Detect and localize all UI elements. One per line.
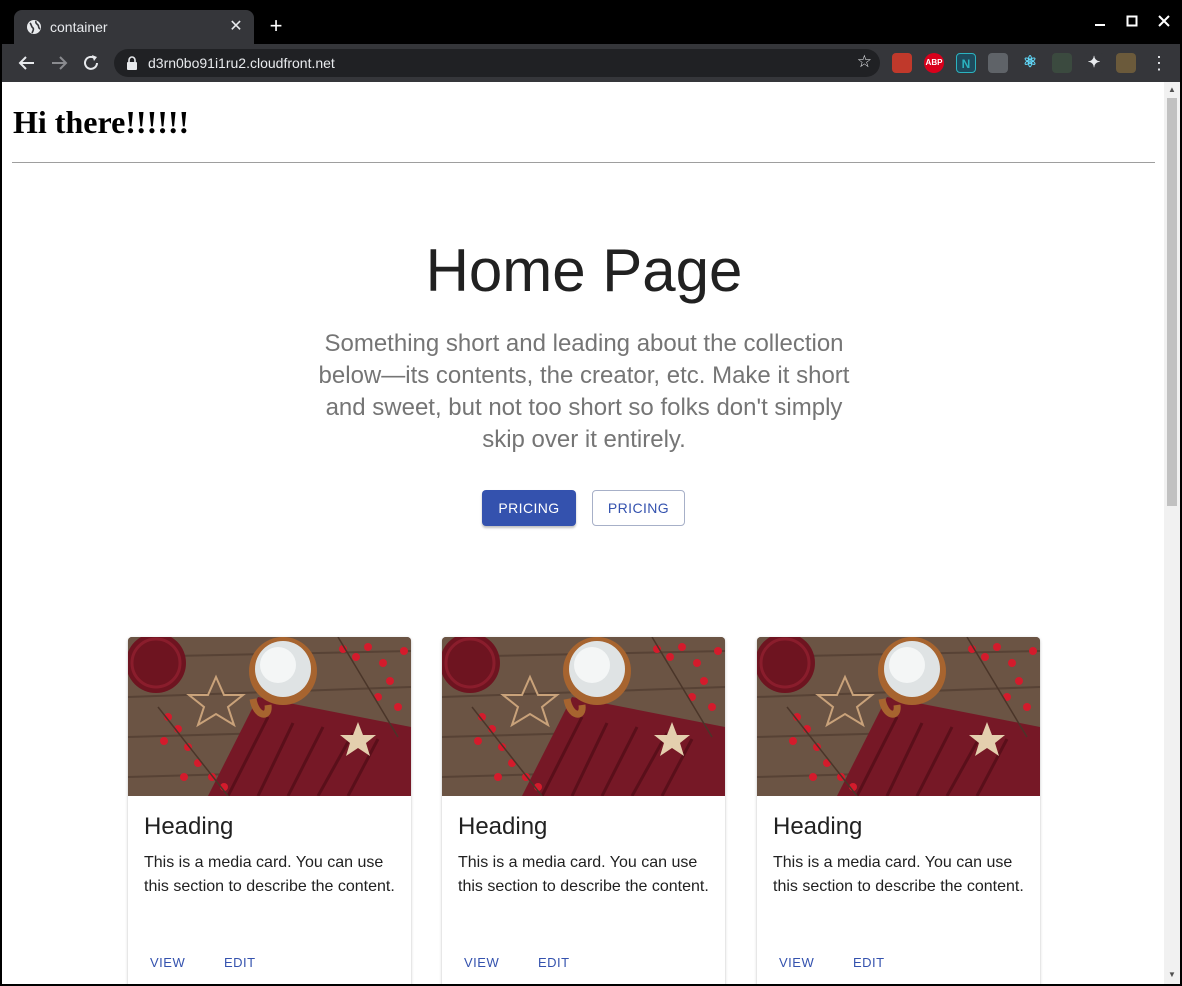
- browser-toolbar: d3rn0bo91i1ru2.cloudfront.net ☆ ABP N ⚛ ✦ ⋮: [2, 44, 1180, 82]
- address-bar[interactable]: d3rn0bo91i1ru2.cloudfront.net ☆: [114, 49, 880, 77]
- tools-extension-icon[interactable]: [1052, 53, 1072, 73]
- back-button[interactable]: [14, 50, 40, 76]
- url-text: d3rn0bo91i1ru2.cloudfront.net: [148, 55, 335, 71]
- greeting-heading: Hi there!!!!!!: [13, 104, 190, 140]
- minimize-icon: [1095, 24, 1105, 26]
- new-tab-button[interactable]: +: [264, 14, 288, 38]
- edit-button[interactable]: EDIT: [853, 955, 885, 970]
- card-text: This is a media card. You can use this s…: [773, 854, 1024, 895]
- hero-description: Something short and leading about the co…: [318, 330, 850, 453]
- globe-icon: [27, 20, 41, 34]
- card-photo-illustration: [128, 637, 411, 796]
- tab-title: container: [50, 19, 108, 35]
- edit-button[interactable]: EDIT: [538, 955, 570, 970]
- view-button[interactable]: VIEW: [464, 955, 499, 970]
- tab-container[interactable]: container ✕: [14, 10, 254, 44]
- reload-button[interactable]: [78, 50, 104, 76]
- page-title: Home Page: [425, 237, 743, 304]
- bookmark-star-icon[interactable]: ☆: [857, 52, 872, 72]
- card-heading: Heading: [773, 813, 863, 840]
- card-text: This is a media card. You can use this s…: [144, 854, 395, 895]
- card-image: [442, 637, 725, 796]
- react-devtools-icon[interactable]: ⚛: [1020, 53, 1040, 73]
- view-button[interactable]: VIEW: [779, 955, 814, 970]
- santa-extension-icon[interactable]: [892, 53, 912, 73]
- lock-icon: [127, 56, 137, 70]
- media-card: Heading This is a media card. You can us…: [442, 637, 725, 984]
- scroll-down-arrow-icon[interactable]: ▼: [1167, 970, 1177, 980]
- card-heading: Heading: [144, 813, 234, 840]
- kebab-menu-icon: ⋮: [1150, 53, 1168, 73]
- forward-arrow-icon: [52, 56, 68, 70]
- maximize-button[interactable]: [1120, 12, 1144, 34]
- maximize-icon: [1126, 15, 1138, 27]
- close-tab-icon[interactable]: ✕: [226, 17, 246, 37]
- vertical-scrollbar[interactable]: ▲ ▼: [1164, 82, 1180, 984]
- divider: [12, 162, 1155, 163]
- adblock-plus-icon[interactable]: ABP: [924, 53, 944, 73]
- profile-avatar-icon[interactable]: [1116, 53, 1136, 73]
- puzzle-extensions-icon[interactable]: ✦: [1084, 53, 1104, 73]
- card-heading: Heading: [458, 813, 548, 840]
- card-image: [757, 637, 1040, 796]
- edit-button[interactable]: EDIT: [224, 955, 256, 970]
- forward-button[interactable]: [46, 50, 72, 76]
- back-arrow-icon: [18, 56, 34, 70]
- card-photo-illustration: [442, 637, 725, 796]
- reload-icon: [84, 55, 98, 70]
- tab-strip: container ✕ +: [2, 2, 1180, 44]
- cloud-extension-icon[interactable]: [988, 53, 1008, 73]
- card-text: This is a media card. You can use this s…: [458, 854, 709, 895]
- menu-button[interactable]: ⋮: [1146, 50, 1172, 76]
- scroll-up-arrow-icon[interactable]: ▲: [1167, 85, 1177, 95]
- minimize-button[interactable]: [1088, 12, 1112, 34]
- pricing-button-primary[interactable]: PRICING: [482, 490, 576, 526]
- media-card: Heading This is a media card. You can us…: [757, 637, 1040, 984]
- n-extension-icon[interactable]: N: [956, 53, 976, 73]
- browser-window: container ✕ + d3rn0bo91i1ru2.cloudfront.…: [0, 0, 1182, 986]
- card-image: [128, 637, 411, 796]
- pricing-button-secondary[interactable]: PRICING: [592, 490, 685, 526]
- scrollbar-thumb[interactable]: [1167, 98, 1177, 506]
- card-photo-illustration: [757, 637, 1040, 796]
- media-card: Heading This is a media card. You can us…: [128, 637, 411, 984]
- page-viewport: Hi there!!!!!! Home Page Something short…: [2, 82, 1180, 984]
- window-close-icon: [1158, 15, 1170, 27]
- view-button[interactable]: VIEW: [150, 955, 185, 970]
- window-close-button[interactable]: [1152, 12, 1176, 34]
